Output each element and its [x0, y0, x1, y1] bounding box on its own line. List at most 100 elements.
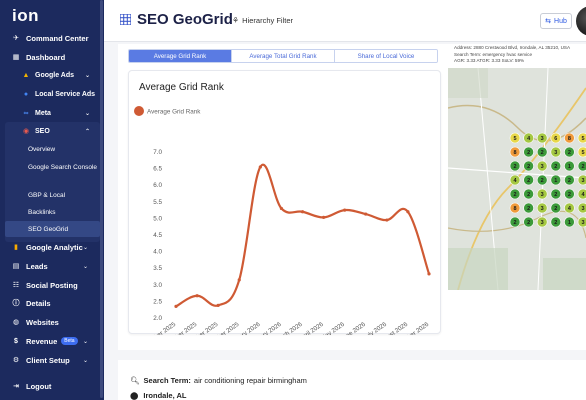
y-tick-label: 3.0 — [153, 282, 162, 289]
map-canvas: 5 4 3 6 8 58 2 2 3 2 52 2 3 2 1 24 2 2 1 2 32 2 3 2 2 48 2 3 2 4 32 2 3 2… — [448, 68, 586, 290]
sidebar-item-revenue[interactable]: $ Revenue Beta ⌄ — [0, 332, 98, 350]
y-tick-label: 4.5 — [153, 232, 162, 239]
hierarchy-filter-label: Hierarchy Filter — [242, 16, 294, 25]
sidebar-item-client-setup[interactable]: ⚙ Client Setup ⌄ — [0, 351, 98, 369]
data-point — [174, 304, 178, 308]
map-info: Address: 2880 Crestwood Blvd, Irondale, … — [448, 44, 586, 66]
search-term-value: air conditioning repair birmingham — [193, 376, 307, 385]
page-header: SEO GeoGrid ⚘ Hierarchy Filter ⇆ Hub — [104, 0, 586, 42]
sidebar-item-logout[interactable]: ⇥ Logout — [0, 377, 98, 395]
map-rank-label: 2 — [541, 150, 544, 156]
map-rank-label: 2 — [581, 164, 584, 170]
lsa-icon: ● — [23, 90, 29, 98]
y-tick-label: 2.5 — [153, 298, 162, 305]
avatar[interactable] — [576, 6, 586, 36]
map-rank-label: 2 — [554, 206, 557, 212]
sidebar: ion ✈ Command Center ▦ Dashboard ▲ Googl… — [0, 0, 104, 400]
hierarchy-filter-button[interactable]: ⚘ Hierarchy Filter — [232, 16, 293, 25]
tab-average-grid-rank[interactable]: Average Grid Rank — [129, 50, 232, 62]
sidebar-item-label: Dashboard — [26, 52, 66, 62]
sidebar-item-google-analytics[interactable]: ▮ Google Analytic ⌄ — [0, 238, 98, 256]
data-point — [279, 206, 284, 211]
series-line — [175, 163, 431, 308]
sidebar-item-meta[interactable]: ∞ Meta ⌄ — [18, 105, 98, 121]
map-rank-label: 3 — [581, 178, 584, 184]
sidebar-item-label: Local Service Ads — [35, 90, 96, 98]
y-tick-label: 5.0 — [153, 215, 162, 222]
sidebar-item-details[interactable]: ⓘ Details — [0, 294, 98, 312]
map-rank-label: 3 — [581, 220, 584, 226]
x-tick-label: May 2026 — [320, 321, 347, 335]
sidebar-item-dashboard[interactable]: ▦ Dashboard — [0, 48, 98, 66]
map-rank-label: 5 — [513, 136, 516, 142]
seo-child-overview[interactable]: Overview — [28, 145, 98, 154]
analytics-icon: ▮ — [14, 244, 18, 251]
rocket-icon: ✈ — [13, 35, 19, 42]
seo-child-google-search-console[interactable]: Google Search Console — [28, 163, 98, 172]
sidebar-scrollbar[interactable] — [100, 0, 103, 398]
chevron-down-icon: ⌄ — [82, 244, 88, 251]
setup-icon: ⚙ — [12, 357, 20, 364]
chevron-up-icon: ⌃ — [84, 128, 90, 135]
map-rank-label: 6 — [554, 136, 557, 142]
hierarchy-icon: ⚘ — [232, 16, 240, 25]
data-point — [364, 212, 368, 216]
seo-child-backlinks[interactable]: Backlinks — [28, 208, 98, 217]
chevron-down-icon: ⌄ — [82, 338, 88, 345]
map-rank-label: 3 — [581, 206, 584, 212]
sidebar-item-websites[interactable]: ◍ Websites — [0, 313, 98, 331]
hub-icon: ⇆ — [545, 18, 552, 25]
hub-label: Hub — [554, 17, 567, 25]
map-rank-label: 3 — [541, 206, 544, 212]
app-logo[interactable]: ion — [12, 6, 39, 26]
data-point — [216, 303, 220, 307]
map-rank-label: 8 — [513, 206, 516, 212]
sidebar-item-leads[interactable]: ▤ Leads ⌄ — [0, 257, 98, 275]
map-rank-label: 2 — [527, 192, 530, 198]
y-tick-label: 6.0 — [153, 182, 162, 189]
map-rank-label: 5 — [581, 150, 584, 156]
map-rank-label: 3 — [541, 192, 544, 198]
x-tick-label: September 2025 — [136, 321, 178, 335]
seo-child-seo-geogrid[interactable]: SEO GeoGrid — [28, 225, 98, 234]
geogrid-map[interactable]: 5436858223252232124221232232248232432232… — [448, 68, 586, 290]
grid-icon — [120, 14, 131, 25]
sidebar-item-label: Google Ads — [35, 71, 75, 79]
data-point — [237, 278, 241, 282]
y-tick-label: 3.5 — [153, 265, 162, 272]
metric-tabs: Average Grid Rank Average Total Grid Ran… — [128, 49, 438, 63]
dashboard-icon: ▦ — [12, 54, 20, 61]
revenue-icon: $ — [14, 337, 18, 345]
info-icon: ⓘ — [12, 300, 20, 307]
data-point — [300, 210, 305, 214]
seo-child-gbp-local[interactable]: GBP & Local — [28, 191, 98, 200]
map-rank-label: 8 — [568, 136, 571, 142]
map-rank-label: 5 — [581, 136, 584, 142]
search-term-label: Search Term: — [143, 376, 191, 385]
line-chart: Average Grid Rank 2.0 2.5 3.0 3.5 4.0 4.5 5.0 5.… — [134, 106, 431, 335]
sidebar-item-label: Meta — [35, 109, 51, 117]
sidebar-item-command-center[interactable]: ✈ Command Center — [0, 29, 98, 47]
map-rank-label: 2 — [527, 206, 530, 212]
sidebar-item-local-service-ads[interactable]: ● Local Service Ads — [18, 86, 98, 102]
tab-share-of-local-voice[interactable]: Share of Local Voice — [335, 50, 437, 62]
logout-icon: ⇥ — [13, 383, 19, 390]
chart-card: Average Grid Rank Average Grid Rank 2.0 2.… — [128, 70, 441, 335]
sidebar-item-seo[interactable]: ◉ SEO ⌃ — [18, 123, 98, 139]
sidebar-item-label: Client Setup — [26, 355, 70, 365]
y-tick-label: 5.5 — [153, 199, 162, 206]
map-rank-label: 1 — [568, 164, 571, 170]
sidebar-item-social-posting[interactable]: ☷ Social Posting — [0, 276, 98, 294]
data-point — [406, 210, 410, 214]
sidebar-item-google-ads[interactable]: ▲ Google Ads ⌄ — [18, 67, 98, 83]
google-ads-icon: ▲ — [22, 71, 30, 79]
map-rank-label: 2 — [554, 164, 557, 170]
map-pin-icon: ⬤ — [130, 391, 139, 400]
hub-button[interactable]: ⇆ Hub — [540, 13, 572, 29]
sidebar-item-label: Details — [26, 298, 51, 308]
data-point — [195, 294, 199, 298]
tab-average-total-grid-rank[interactable]: Average Total Grid Rank — [232, 50, 335, 62]
page-title: SEO GeoGrid — [137, 11, 233, 28]
chevron-down-icon: ⌄ — [82, 357, 88, 364]
sidebar-item-label: Revenue — [26, 336, 58, 346]
